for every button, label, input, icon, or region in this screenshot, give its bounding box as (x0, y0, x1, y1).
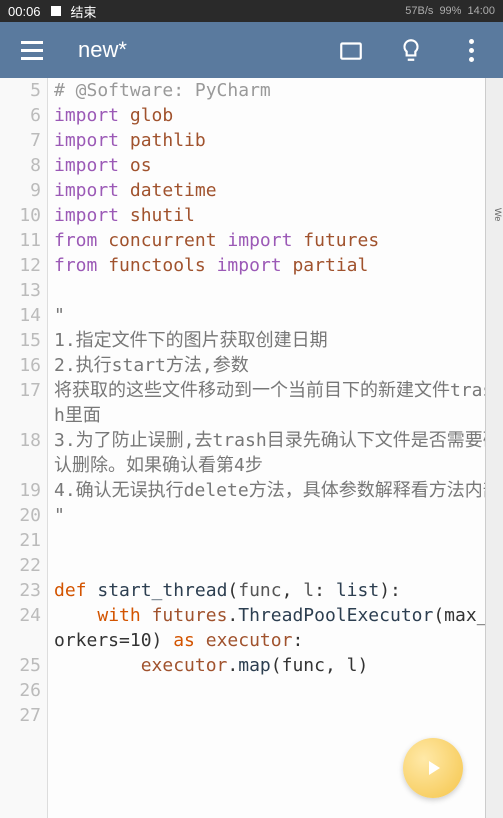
code-line[interactable]: def start_thread(func, l: list): (54, 578, 503, 603)
line-number: 16 (0, 353, 41, 378)
right-preview-strip: We (485, 78, 503, 818)
code-line[interactable]: 将获取的这些文件移动到一个当前目下的新建文件trash里面 (54, 378, 503, 428)
folder-icon (338, 37, 364, 63)
code-line[interactable]: executor.map(func, l) (54, 653, 503, 678)
line-number: 9 (0, 178, 41, 203)
code-line[interactable]: import shutil (54, 203, 503, 228)
file-title: new* (72, 37, 311, 63)
code-line[interactable]: 2.执行start方法,参数 (54, 353, 503, 378)
menu-button[interactable] (12, 30, 52, 70)
line-number: 25 (0, 653, 41, 678)
status-battery: 99% (439, 5, 461, 17)
code-line[interactable]: 1.指定文件下的图片获取创建日期 (54, 328, 503, 353)
line-number: 12 (0, 253, 41, 278)
status-end-label: 结束 (71, 2, 97, 21)
code-line[interactable]: 4.确认无误执行delete方法，具体参数解释看方法内部 (54, 478, 503, 503)
hamburger-icon (21, 41, 43, 60)
line-number: 8 (0, 153, 41, 178)
line-number: 14 (0, 303, 41, 328)
line-number: 26 (0, 678, 41, 703)
open-folder-button[interactable] (331, 30, 371, 70)
stop-icon (51, 6, 61, 16)
code-line[interactable]: " (54, 303, 503, 328)
line-number: 21 (0, 528, 41, 553)
code-line[interactable] (54, 703, 503, 728)
line-number: 20 (0, 503, 41, 528)
play-icon (421, 756, 445, 780)
line-number: 13 (0, 278, 41, 303)
play-button[interactable] (403, 738, 463, 798)
code-line[interactable]: " (54, 503, 503, 528)
status-bar: 00:06 结束 57B/s 99% 14:00 (0, 0, 503, 22)
code-line[interactable]: import glob (54, 103, 503, 128)
dots-vertical-icon (469, 39, 474, 62)
line-number: 11 (0, 228, 41, 253)
line-number: 18 (0, 428, 41, 478)
line-number: 23 (0, 578, 41, 603)
line-number: 5 (0, 78, 41, 103)
line-number: 19 (0, 478, 41, 503)
status-right: 57B/s 99% 14:00 (405, 5, 495, 17)
code-line[interactable] (54, 553, 503, 578)
line-gutter: 5678910111213141516171819202122232425262… (0, 78, 48, 818)
status-speed: 57B/s (405, 5, 433, 17)
code-line[interactable]: import datetime (54, 178, 503, 203)
line-number: 27 (0, 703, 41, 728)
code-line[interactable]: from concurrent import futures (54, 228, 503, 253)
status-time: 00:06 (8, 4, 41, 19)
line-number: 15 (0, 328, 41, 353)
code-line[interactable]: 3.为了防止误删,去trash目录先确认下文件是否需要确认删除。如果确认看第4步 (54, 428, 503, 478)
code-line[interactable]: # @Software: PyCharm (54, 78, 503, 103)
line-number: 22 (0, 553, 41, 578)
line-number: 17 (0, 378, 41, 428)
code-line[interactable] (54, 278, 503, 303)
status-right-time: 14:00 (467, 5, 495, 17)
code-line[interactable] (54, 678, 503, 703)
code-line[interactable]: with futures.ThreadPoolExecutor(max_work… (54, 603, 503, 653)
lightbulb-icon (398, 37, 424, 63)
code-line[interactable] (54, 528, 503, 553)
code-editor[interactable]: 5678910111213141516171819202122232425262… (0, 78, 503, 818)
line-number: 7 (0, 128, 41, 153)
line-number: 10 (0, 203, 41, 228)
code-line[interactable]: import os (54, 153, 503, 178)
hint-button[interactable] (391, 30, 431, 70)
code-line[interactable]: from functools import partial (54, 253, 503, 278)
line-number: 6 (0, 103, 41, 128)
code-line[interactable]: import pathlib (54, 128, 503, 153)
code-content[interactable]: # @Software: PyCharmimport globimport pa… (48, 78, 503, 818)
app-toolbar: new* (0, 22, 503, 78)
line-number: 24 (0, 603, 41, 653)
overflow-menu-button[interactable] (451, 30, 491, 70)
